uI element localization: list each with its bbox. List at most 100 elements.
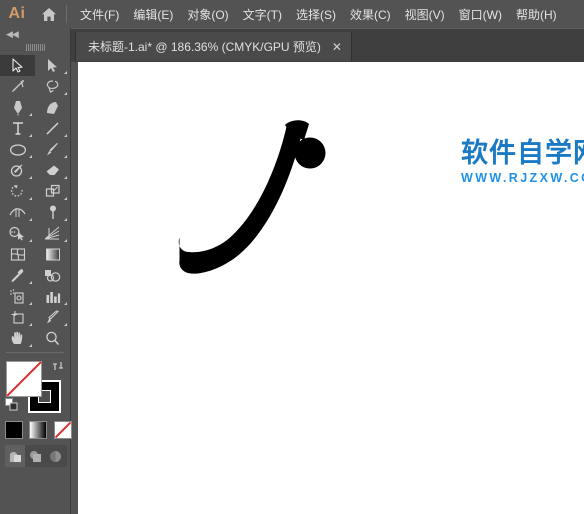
tool-row — [0, 55, 70, 76]
menu-type[interactable]: 文字(T) — [236, 0, 289, 28]
menu-bar: Ai 文件(F) 编辑(E) 对象(O) 文字(T) 选择(S) 效果(C) 视… — [0, 0, 584, 28]
close-icon[interactable]: ✕ — [332, 41, 342, 53]
tool-row — [0, 139, 70, 160]
tool-row — [0, 202, 70, 223]
watermark: 软件自学网 WWW.RJZXW.COM — [461, 140, 584, 185]
tool-row — [0, 328, 70, 349]
menu-select[interactable]: 选择(S) — [289, 0, 343, 28]
document-tab-strip: 未标题-1.ai* @ 186.36% (CMYK/GPU 预览) ✕ — [70, 28, 584, 63]
lasso-tool[interactable] — [35, 76, 70, 97]
menu-view[interactable]: 视图(V) — [398, 0, 452, 28]
tool-row — [0, 97, 70, 118]
direct-selection-tool[interactable] — [35, 55, 70, 76]
free-transform-tool[interactable] — [35, 202, 70, 223]
tool-row — [0, 265, 70, 286]
tool-flyout-indicator[interactable] — [64, 323, 67, 326]
menu-edit[interactable]: 编辑(E) — [126, 0, 180, 28]
color-mode-buttons — [0, 421, 75, 441]
draw-behind-button[interactable] — [25, 445, 45, 467]
panel-drag-handle[interactable] — [0, 41, 70, 53]
line-segment-tool[interactable] — [35, 118, 70, 139]
menu-file[interactable]: 文件(F) — [73, 0, 126, 28]
curvature-tool[interactable] — [35, 97, 70, 118]
tool-flyout-indicator[interactable] — [29, 281, 32, 284]
tool-flyout-indicator[interactable] — [64, 134, 67, 137]
tool-flyout-indicator[interactable] — [29, 134, 32, 137]
eyedropper-tool[interactable] — [0, 265, 35, 286]
canvas-artboard[interactable]: 软件自学网 WWW.RJZXW.COM — [78, 62, 584, 514]
rotate-tool[interactable] — [0, 181, 35, 202]
tool-flyout-indicator[interactable] — [64, 197, 67, 200]
perspective-grid-tool[interactable] — [35, 223, 70, 244]
tool-row — [0, 76, 70, 97]
tool-flyout-indicator[interactable] — [29, 218, 32, 221]
tool-flyout-indicator[interactable] — [64, 71, 67, 74]
hand-tool[interactable] — [0, 328, 35, 349]
tool-row — [0, 286, 70, 307]
ellipse-tool[interactable] — [0, 139, 35, 160]
tool-flyout-indicator[interactable] — [64, 239, 67, 242]
menu-window[interactable]: 窗口(W) — [452, 0, 509, 28]
shape-builder-tool[interactable] — [0, 223, 35, 244]
draw-mode-buttons — [5, 445, 67, 467]
watermark-title: 软件自学网 — [461, 138, 584, 168]
tool-panel-divider — [6, 352, 64, 353]
tool-flyout-indicator[interactable] — [29, 302, 32, 305]
default-fill-stroke-icon[interactable] — [5, 398, 18, 416]
tool-row — [0, 118, 70, 139]
menu-help[interactable]: 帮助(H) — [509, 0, 564, 28]
menu-object[interactable]: 对象(O) — [180, 0, 235, 28]
scale-tool[interactable] — [35, 181, 70, 202]
tool-flyout-indicator[interactable] — [64, 218, 67, 221]
swap-fill-stroke-icon[interactable] — [52, 359, 64, 377]
color-mode-button[interactable] — [5, 421, 23, 439]
blend-tool[interactable] — [35, 265, 70, 286]
tool-list — [0, 53, 70, 349]
draw-normal-button[interactable] — [5, 445, 25, 467]
tool-row — [0, 181, 70, 202]
symbol-sprayer-tool[interactable] — [0, 286, 35, 307]
type-tool[interactable] — [0, 118, 35, 139]
artwork-tapered-j-curve-stroke[interactable] — [78, 62, 584, 514]
fill-swatch[interactable] — [6, 361, 42, 397]
tool-flyout-indicator[interactable] — [29, 323, 32, 326]
collapse-panel-icon[interactable]: ◀◀ — [0, 28, 70, 41]
menu-effect[interactable]: 效果(C) — [343, 0, 398, 28]
tool-row — [0, 307, 70, 328]
gradient-tool[interactable] — [35, 244, 70, 265]
shaper-tool[interactable] — [0, 160, 35, 181]
tool-row — [0, 244, 70, 265]
zoom-tool[interactable] — [35, 328, 70, 349]
draw-inside-button[interactable] — [45, 445, 65, 467]
slice-tool[interactable] — [35, 307, 70, 328]
tool-flyout-indicator[interactable] — [64, 176, 67, 179]
tool-flyout-indicator[interactable] — [29, 239, 32, 242]
tool-flyout-indicator[interactable] — [64, 302, 67, 305]
document-tab-label: 未标题-1.ai* @ 186.36% (CMYK/GPU 预览) — [88, 40, 321, 54]
tool-flyout-indicator[interactable] — [29, 344, 32, 347]
document-tab-active[interactable]: 未标题-1.ai* @ 186.36% (CMYK/GPU 预览) ✕ — [75, 32, 352, 61]
eraser-tool[interactable] — [35, 160, 70, 181]
gradient-mode-button[interactable] — [29, 421, 48, 439]
magic-wand-tool[interactable] — [0, 76, 35, 97]
home-icon[interactable] — [34, 0, 64, 28]
tool-flyout-indicator[interactable] — [29, 176, 32, 179]
paintbrush-tool[interactable] — [35, 139, 70, 160]
watermark-url: WWW.RJZXW.COM — [461, 171, 584, 185]
mesh-tool[interactable] — [0, 244, 35, 265]
tool-flyout-indicator[interactable] — [29, 155, 32, 158]
tool-flyout-indicator[interactable] — [29, 197, 32, 200]
tool-row — [0, 160, 70, 181]
tool-flyout-indicator[interactable] — [64, 155, 67, 158]
none-slash-icon — [6, 361, 42, 397]
pen-tool[interactable] — [0, 97, 35, 118]
tool-flyout-indicator[interactable] — [29, 113, 32, 116]
illustrator-window: Ai 文件(F) 编辑(E) 对象(O) 文字(T) 选择(S) 效果(C) 视… — [0, 0, 584, 514]
column-graph-tool[interactable] — [35, 286, 70, 307]
tool-flyout-indicator[interactable] — [64, 92, 67, 95]
width-tool[interactable] — [0, 202, 35, 223]
canvas-gutter — [70, 62, 78, 514]
none-mode-button[interactable] — [53, 421, 72, 439]
selection-tool[interactable] — [0, 55, 35, 76]
artboard-tool[interactable] — [0, 307, 35, 328]
